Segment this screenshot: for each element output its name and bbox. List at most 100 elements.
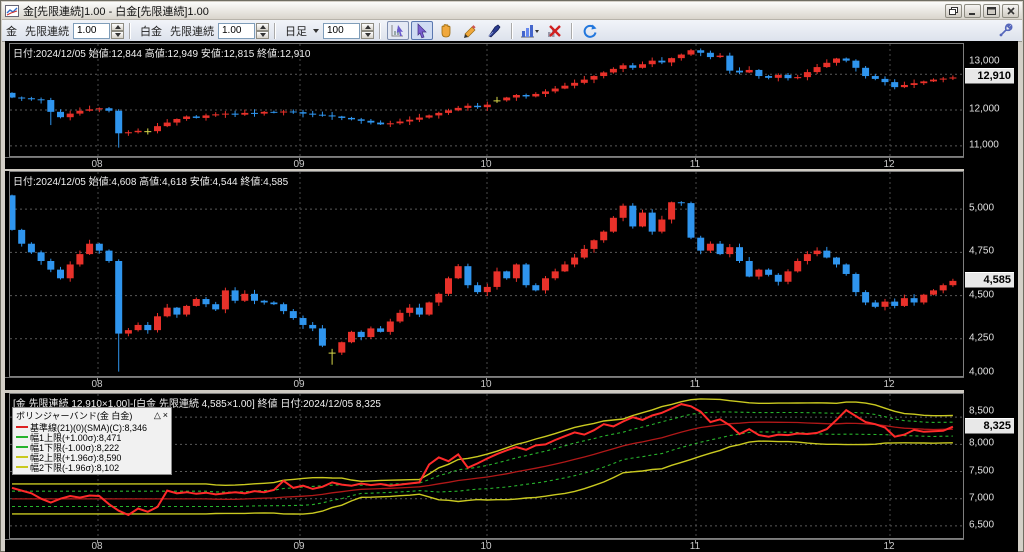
candle-body <box>590 240 598 249</box>
candle-body <box>542 91 549 94</box>
candle-body <box>949 77 957 79</box>
candle-body <box>251 293 258 301</box>
candle-body <box>765 269 773 275</box>
candle-body <box>37 99 45 101</box>
candle-body <box>842 264 850 274</box>
candle-body <box>522 95 530 97</box>
candle-body <box>920 294 928 303</box>
platinum-x-axis: 08 09 10 11 12 <box>5 377 1018 390</box>
window-title: 金[先限連続]1.00 - 白金[先限連続]1.00 <box>23 5 209 18</box>
candle-body <box>289 311 297 319</box>
candle-body <box>726 55 734 71</box>
candle-body <box>124 132 132 134</box>
candle-body <box>445 110 452 113</box>
candle-body <box>105 250 113 262</box>
candle-body <box>86 243 94 255</box>
settings-wrench-button[interactable] <box>994 21 1016 40</box>
legend-collapse-button[interactable]: △ <box>154 410 161 421</box>
y-axis-tick-label: 5,000 <box>969 202 995 214</box>
up-arrow-icon <box>259 24 266 29</box>
title-bar[interactable]: 金[先限連続]1.00 - 白金[先限連続]1.00 <box>2 2 1022 20</box>
gold-mult-up-button[interactable] <box>111 22 124 31</box>
app-chart-icon <box>5 4 19 17</box>
candle-body <box>813 250 821 255</box>
pencil-tool-button[interactable] <box>459 21 481 40</box>
candle-body <box>231 113 239 115</box>
bar-count-value[interactable]: 100 <box>323 22 360 39</box>
candle-body <box>600 231 608 241</box>
y-axis-tick-label: 11,000 <box>969 139 999 151</box>
dropdown-caret-icon[interactable] <box>313 28 319 33</box>
candle-body <box>512 264 520 279</box>
gold-series-label: 先限連続 <box>25 25 69 38</box>
candle-body <box>658 60 666 63</box>
gold-ohlc-info: 日付:2024/12/05 始値:12,844 高値:12,949 安値:12,… <box>13 49 311 60</box>
bar-count-down-button[interactable] <box>361 30 374 39</box>
candle-body <box>435 112 443 116</box>
chart-type-tool-button[interactable] <box>519 21 541 40</box>
candle-body <box>47 100 55 112</box>
platinum-multiplier-value[interactable]: 1.00 <box>218 22 255 39</box>
plot-canvas[interactable] <box>10 172 963 378</box>
candle-body <box>609 217 617 232</box>
candle-body <box>454 266 462 279</box>
toolbar-separator <box>274 22 276 39</box>
legend-line-swatch <box>16 436 28 438</box>
plat-mult-down-button[interactable] <box>256 30 269 39</box>
gold-chart-panel[interactable]: 日付:2024/12/05 始値:12,844 高値:12,949 安値:12,… <box>9 43 964 158</box>
candle-body <box>299 318 307 325</box>
candle-body <box>27 243 35 253</box>
spread-chart-panel[interactable]: [金 先限連続 12,910×1.00]-[白金 先限連続 4,585×1.00… <box>9 393 964 540</box>
pointer-tool-button[interactable] <box>411 21 433 40</box>
candle-body <box>57 269 64 279</box>
plot-canvas[interactable] <box>10 44 963 158</box>
candle-body <box>367 328 375 338</box>
x-axis-month-label: 09 <box>293 379 305 390</box>
candle-body <box>590 76 598 80</box>
bar-count-up-button[interactable] <box>361 22 374 31</box>
maximize-icon <box>987 6 996 15</box>
maximize-button[interactable] <box>983 3 1000 18</box>
plat-mult-up-button[interactable] <box>256 22 269 31</box>
gold-mult-down-button[interactable] <box>111 30 124 39</box>
candle-body <box>95 243 103 251</box>
refresh-tool-button[interactable] <box>579 21 601 40</box>
legend-close-button[interactable]: × <box>163 410 168 421</box>
gold-multiplier-value[interactable]: 1.00 <box>73 22 110 39</box>
bollinger-legend[interactable]: ボリンジャーバンド(金 白金) △ × 基準線(21)(0)(SMA)(C):8… <box>12 407 172 475</box>
minimize-button[interactable] <box>964 3 981 18</box>
candle-body <box>493 271 501 287</box>
period-dropdown[interactable]: 日足 <box>285 23 307 39</box>
close-button[interactable] <box>1002 3 1019 18</box>
crosshair-chart-tool-button[interactable] <box>387 21 409 40</box>
candle-body <box>183 116 191 119</box>
pen-tool-button[interactable] <box>483 21 505 40</box>
candle-body <box>328 115 336 117</box>
candlesticks <box>10 48 957 148</box>
hand-tool-button[interactable] <box>435 21 457 40</box>
candle-body <box>619 65 627 69</box>
candle-body <box>706 243 714 251</box>
candle-body <box>512 95 520 98</box>
toolbar: 金 先限連続 1.00 白金 先限連続 1.00 日足 100 <box>2 20 1022 42</box>
y-axis-tick-label: 13,000 <box>969 55 1000 67</box>
down-arrow-icon <box>114 32 121 37</box>
restore-windows-button[interactable] <box>945 3 962 18</box>
candle-body <box>503 271 511 279</box>
candle-body <box>241 112 249 115</box>
candle-body <box>823 250 831 258</box>
candle-body <box>949 280 957 286</box>
candle-body <box>464 105 472 108</box>
candle-body <box>910 83 918 85</box>
platinum-multiplier-spinner: 1.00 <box>218 22 269 39</box>
pencil-icon <box>464 24 476 38</box>
candle-body <box>900 298 908 306</box>
platinum-chart-panel[interactable]: 日付:2024/12/05 始値:4,608 高値:4,618 安値:4,544… <box>9 171 964 378</box>
candle-body <box>920 81 928 84</box>
x-axis-month-label: 12 <box>883 379 895 390</box>
x-axis-month-label: 10 <box>480 379 492 390</box>
delete-indicator-tool-button[interactable] <box>543 21 565 40</box>
candle-body <box>280 304 288 312</box>
candle-body <box>386 123 394 125</box>
candle-body <box>415 307 423 315</box>
